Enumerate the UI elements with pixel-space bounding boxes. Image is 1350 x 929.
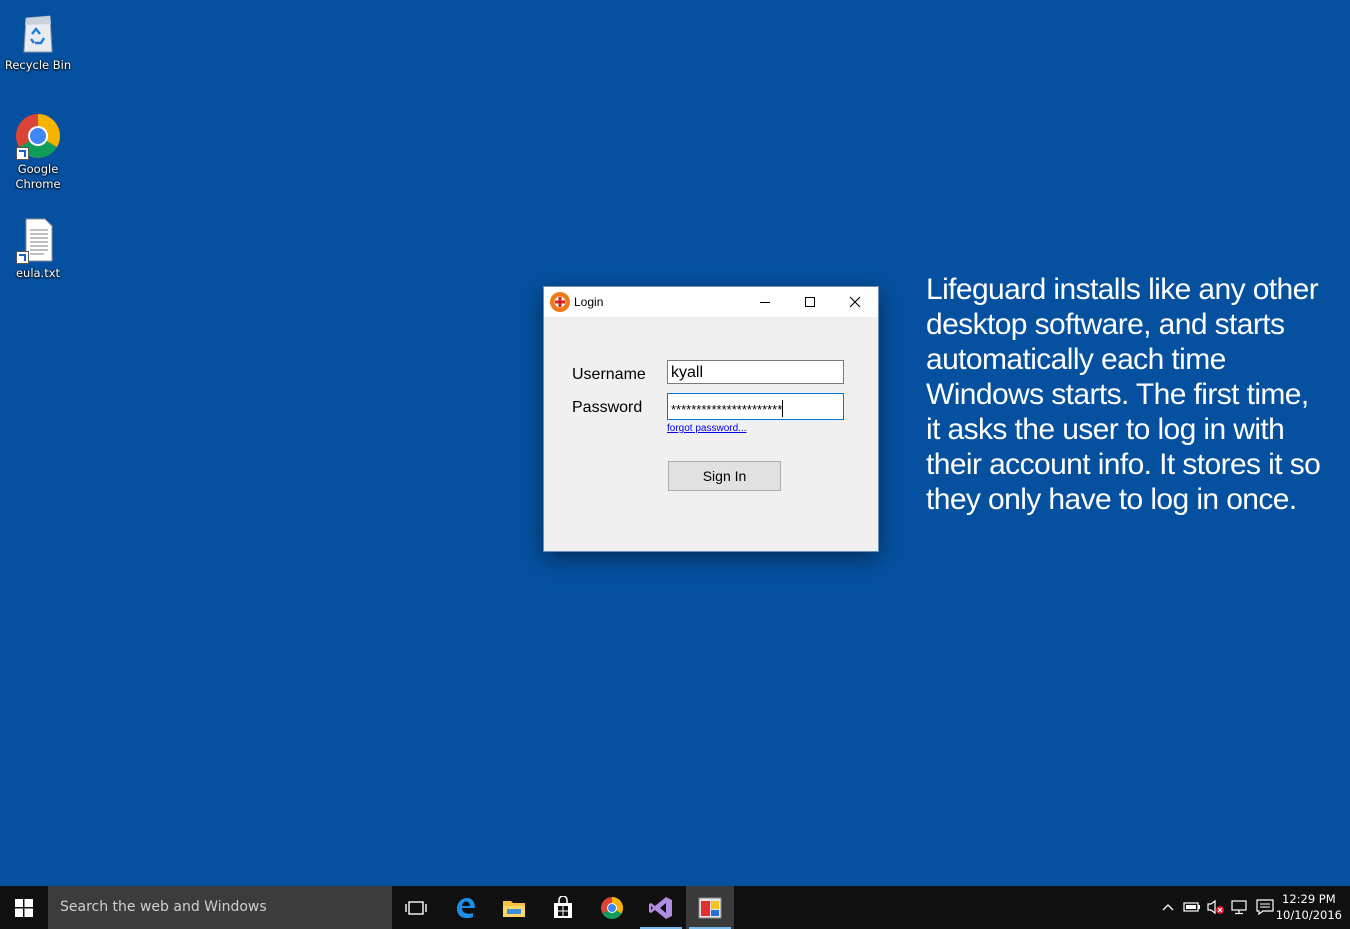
text-file-icon	[14, 216, 62, 264]
store-button[interactable]	[539, 886, 587, 929]
caption-text: Lifeguard installs like any other deskto…	[926, 273, 1321, 516]
task-view-icon	[405, 900, 427, 915]
title-bar[interactable]: Login	[544, 287, 878, 317]
search-box[interactable]: Search the web and Windows	[48, 886, 392, 929]
chrome-icon	[601, 896, 623, 919]
maximize-button[interactable]	[787, 287, 833, 317]
chevron-up-icon	[1162, 904, 1174, 911]
password-value: **********************	[671, 402, 783, 417]
start-button[interactable]	[0, 886, 48, 929]
network-icon	[1231, 900, 1247, 915]
visual-studio-button[interactable]	[637, 886, 685, 929]
password-field[interactable]: **********************	[667, 393, 844, 420]
file-explorer-button[interactable]	[490, 886, 538, 929]
desktop-icon-recycle-bin[interactable]: Recycle Bin	[0, 8, 76, 73]
volume-muted-icon	[1207, 899, 1224, 915]
network-tray-button[interactable]	[1231, 898, 1249, 916]
visual-studio-icon	[649, 896, 672, 919]
shortcut-arrow-icon	[16, 251, 29, 264]
battery-tray-button[interactable]	[1183, 898, 1201, 916]
close-button[interactable]	[832, 287, 878, 317]
recycle-bin-icon	[14, 8, 62, 56]
username-field[interactable]: kyall	[667, 360, 844, 384]
desktop-icon-label: Google Chrome	[15, 162, 61, 191]
username-value: kyall	[671, 364, 704, 381]
desktop-icon-eula[interactable]: eula.txt	[0, 216, 76, 281]
file-explorer-icon	[503, 900, 525, 917]
volume-tray-button[interactable]	[1207, 898, 1225, 916]
desktop-icon-chrome[interactable]: Google Chrome	[0, 112, 76, 192]
login-window: Login Username kyall Password **********…	[543, 286, 879, 552]
windows-logo-icon	[15, 898, 33, 917]
store-icon	[554, 895, 572, 918]
sign-in-button[interactable]: Sign In	[668, 461, 781, 491]
close-icon	[849, 296, 861, 308]
edge-button[interactable]	[441, 886, 489, 929]
lifeguard-icon	[549, 291, 571, 313]
password-label: Password	[572, 399, 643, 416]
desktop-icon-label: Recycle Bin	[4, 58, 72, 72]
edge-icon	[457, 897, 475, 918]
chrome-taskbar-button[interactable]	[588, 886, 636, 929]
window-title: Login	[574, 295, 604, 309]
minimize-button[interactable]	[742, 287, 788, 317]
username-label: Username	[572, 366, 646, 383]
clock-time: 12:29 PM	[1282, 892, 1336, 906]
notification-icon	[1256, 899, 1274, 915]
taskbar: Search the web and Windows 12:29 PM 10/1…	[0, 886, 1350, 929]
action-center-button[interactable]	[1256, 898, 1274, 916]
chrome-icon	[14, 112, 62, 160]
desktop-icon-label: eula.txt	[15, 266, 61, 280]
task-view-button[interactable]	[392, 886, 440, 929]
clock-date: 10/10/2016	[1275, 908, 1342, 922]
lifeguard-app-icon	[698, 897, 722, 918]
system-clock[interactable]: 12:29 PM 10/10/2016	[1276, 891, 1342, 923]
battery-icon	[1183, 902, 1200, 912]
lifeguard-taskbar-button[interactable]	[686, 886, 734, 929]
text-caret	[782, 400, 784, 417]
forgot-password-link[interactable]: forgot password...	[667, 423, 746, 434]
shortcut-arrow-icon	[16, 147, 29, 160]
show-hidden-icons-button[interactable]	[1159, 898, 1177, 916]
